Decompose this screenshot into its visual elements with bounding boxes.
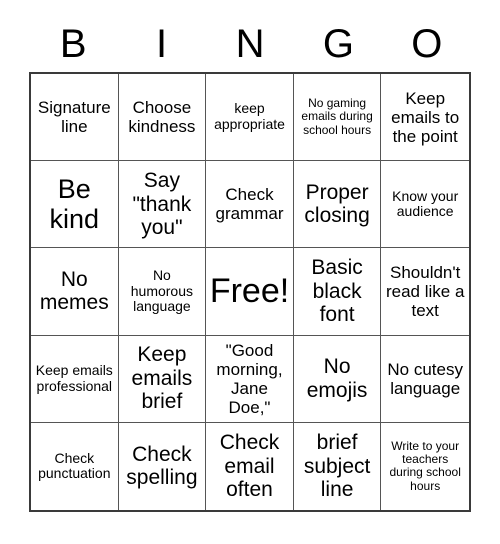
bingo-cell-label: Check grammar [215,185,284,224]
bingo-card: B I N G O Signature line Choose kindness keep … [0,0,500,544]
bingo-cell-label: No gaming emails during school hours [301,95,373,137]
bingo-cell-label: Free! [209,272,290,311]
bingo-cell-label: No emojis [306,355,368,402]
bingo-cell-label: Know your audience [392,187,459,220]
bingo-cell-label: Check spelling [126,442,198,490]
bingo-cell-label: Proper closing [304,180,370,228]
bingo-cell-label: Check punctuation [38,449,111,482]
bingo-cell[interactable]: Keep emails to the point [381,74,469,162]
bingo-cell[interactable]: Basic black font [293,248,382,336]
bingo-cell-label: No memes [39,267,109,315]
bingo-cell[interactable]: No gaming emails during school hours [293,74,382,162]
bingo-header-letter-n: N [235,22,265,66]
bingo-grid: Signature line Choose kindness keep approp… [29,72,471,512]
bingo-cell-label: Signature line [37,98,111,137]
bingo-cell[interactable]: Write to your teachers during school hou… [381,422,469,510]
bingo-cell[interactable]: No cutesy language [381,335,469,423]
bingo-cell[interactable]: Be kind [31,161,119,249]
bingo-cell[interactable]: No memes [31,248,119,336]
bingo-cell[interactable]: Say "thank you" [118,161,207,249]
bingo-cell[interactable]: Proper closing [293,161,382,249]
bingo-cell-label: Keep emails professional [35,362,113,394]
bingo-cell-label: No humorous language [130,266,194,315]
bingo-cell[interactable]: Keep emails professional [31,335,119,423]
bingo-cell[interactable]: Check punctuation [31,422,119,510]
bingo-cell-label: "Good morning, Jane Doe," [216,340,283,417]
bingo-cell-label: Keep emails to the point [391,88,460,146]
bingo-cell[interactable]: brief subject line [293,422,382,510]
bingo-cell[interactable]: Check grammar [206,161,294,249]
bingo-cell-label: Check email often [219,431,280,502]
bingo-cell[interactable]: Keep emails brief [118,335,207,423]
bingo-cell-label: No cutesy language [387,359,463,398]
bingo-cell[interactable]: Check spelling [118,422,207,510]
bingo-cell-label: Be kind [49,174,100,235]
bingo-cell-label: brief subject line [303,431,371,502]
bingo-cell[interactable]: Check email often [206,422,294,510]
bingo-header-letter-b: B [59,22,87,66]
bingo-cell[interactable]: Know your audience [381,161,469,249]
bingo-header-letter-o: O [411,22,443,66]
bingo-cell[interactable]: "Good morning, Jane Doe," [206,335,294,423]
bingo-cell-label: Choose kindness [128,98,196,137]
bingo-header-letter-i: I [156,22,168,66]
bingo-cell[interactable]: No humorous language [118,248,207,336]
bingo-cell[interactable]: No emojis [293,335,382,423]
bingo-cell-label: Write to your teachers during school hou… [389,438,461,493]
bingo-header: BINGO [29,18,471,70]
bingo-cell-label: Shouldn't read like a text [385,262,465,320]
bingo-header-letter-g: G [322,22,354,66]
bingo-cell-label: Say "thank you" [132,169,192,240]
bingo-free-space[interactable]: Free! [206,248,294,336]
bingo-cell[interactable]: keep appropriate [206,74,294,162]
bingo-cell[interactable]: Shouldn't read like a text [381,248,469,336]
bingo-cell[interactable]: Choose kindness [118,74,207,162]
bingo-cell-label: Basic black font [311,256,363,327]
bingo-cell[interactable]: Signature line [31,74,119,162]
bingo-cell-label: keep appropriate [214,100,285,133]
bingo-cell-label: Keep emails brief [131,343,193,414]
